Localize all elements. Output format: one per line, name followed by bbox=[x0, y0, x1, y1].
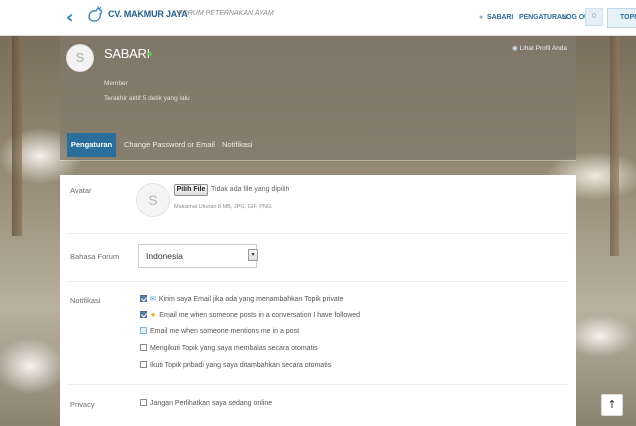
view-profile-link[interactable]: ◉ Lihat Profil Anda bbox=[512, 44, 567, 52]
star-icon: ★ bbox=[150, 312, 157, 319]
brand-tagline: FORUM PETERNAKAN AYAM bbox=[178, 10, 274, 17]
privacy-option-label: Jangan Perlihatkan saya sedang online bbox=[150, 400, 273, 407]
notification-option-label: Ikuti Topik pribadi yang saya ditambahka… bbox=[150, 362, 332, 369]
nav-settings-link[interactable]: PENGATURAN bbox=[519, 14, 567, 21]
profile-role: Member bbox=[104, 80, 128, 87]
profile-avatar[interactable]: S bbox=[66, 44, 94, 72]
tab-pengaturan[interactable]: Pengaturan bbox=[67, 133, 116, 157]
mail-icon: ✉ bbox=[150, 296, 156, 303]
brand-name[interactable]: CV. MAKMUR JAYA bbox=[108, 9, 188, 19]
notification-option-mentions[interactable]: Email me when someone mentions me in a p… bbox=[140, 327, 299, 337]
choose-file-button[interactable]: Pilih File bbox=[174, 184, 208, 196]
notifications-label: Notifikasi bbox=[70, 296, 101, 305]
notification-option-followed-conversation[interactable]: ★ Email me when someone posts in a conver… bbox=[140, 311, 360, 321]
language-select[interactable]: Indonesia bbox=[138, 244, 257, 268]
checkbox-hide-online[interactable] bbox=[140, 399, 147, 406]
notification-option-auto-follow-replies[interactable]: Mengikuti Topik yang saya membalas secar… bbox=[140, 344, 318, 354]
rooster-logo-icon[interactable] bbox=[84, 4, 106, 26]
language-label: Bahasa Forum bbox=[70, 252, 120, 261]
notification-option-label: Kirim saya Email jika ada yang menambahk… bbox=[158, 296, 344, 303]
checkbox-private-topic[interactable] bbox=[140, 295, 147, 302]
privacy-option-hide-online[interactable]: Jangan Perlihatkan saya sedang online bbox=[140, 399, 272, 409]
eye-icon: ◉ bbox=[512, 45, 518, 52]
profile-name: SABARI bbox=[104, 46, 150, 61]
notification-option-auto-follow-private[interactable]: Ikuti Topik pribadi yang saya ditambahka… bbox=[140, 361, 331, 371]
checkbox-auto-follow-private[interactable] bbox=[140, 361, 147, 368]
checkbox-mentions[interactable] bbox=[140, 327, 147, 334]
chevron-down-icon[interactable]: ▾ bbox=[248, 249, 258, 261]
tabs-divider bbox=[60, 160, 576, 161]
avatar-upload-hint: Maksimal Ukuran 8 MB, JPG, GIF, PNG. bbox=[174, 204, 273, 210]
background-post-left bbox=[12, 36, 22, 236]
row-divider bbox=[68, 384, 568, 385]
row-divider bbox=[68, 233, 568, 234]
file-status-text: Tidak ada file yang dipilih bbox=[211, 186, 290, 193]
user-dot-icon: ● bbox=[479, 14, 484, 21]
view-profile-label: Lihat Profil Anda bbox=[519, 45, 568, 52]
top-navbar: ‹ CV. MAKMUR JAYA FORUM PETERNAKAN AYAM … bbox=[0, 0, 636, 36]
new-topic-button[interactable]: TOPIK BARU bbox=[607, 8, 636, 28]
tab-notifikasi[interactable]: Notifikasi bbox=[222, 133, 252, 157]
back-arrow-icon[interactable]: ‹ bbox=[66, 9, 80, 27]
background-post-right bbox=[610, 36, 619, 256]
avatar-label: Avatar bbox=[70, 186, 92, 195]
profile-last-active: Terakhir aktif 5 detik yang lalu bbox=[104, 95, 190, 102]
notification-option-label: Email me when someone mentions me in a p… bbox=[150, 328, 300, 335]
online-status-dot bbox=[148, 52, 152, 56]
nav-user-link[interactable]: SABARI bbox=[487, 14, 513, 21]
scroll-to-top-button[interactable]: ↑ bbox=[601, 394, 623, 416]
notification-option-label: Email me when someone posts in a convers… bbox=[159, 312, 361, 319]
avatar-preview: S bbox=[136, 183, 170, 217]
notification-count-badge[interactable]: 0 bbox=[585, 8, 603, 26]
privacy-label: Privacy bbox=[70, 400, 95, 409]
notification-option-private-topic[interactable]: ✉ Kirim saya Email jika ada yang menambah… bbox=[140, 295, 344, 305]
checkbox-followed-conversation[interactable] bbox=[140, 311, 147, 318]
checkbox-auto-follow-replies[interactable] bbox=[140, 344, 147, 351]
row-divider bbox=[68, 281, 568, 282]
notification-option-label: Mengikuti Topik yang saya membalas secar… bbox=[150, 345, 318, 352]
tab-change-password[interactable]: Change Password or Email bbox=[124, 133, 215, 157]
